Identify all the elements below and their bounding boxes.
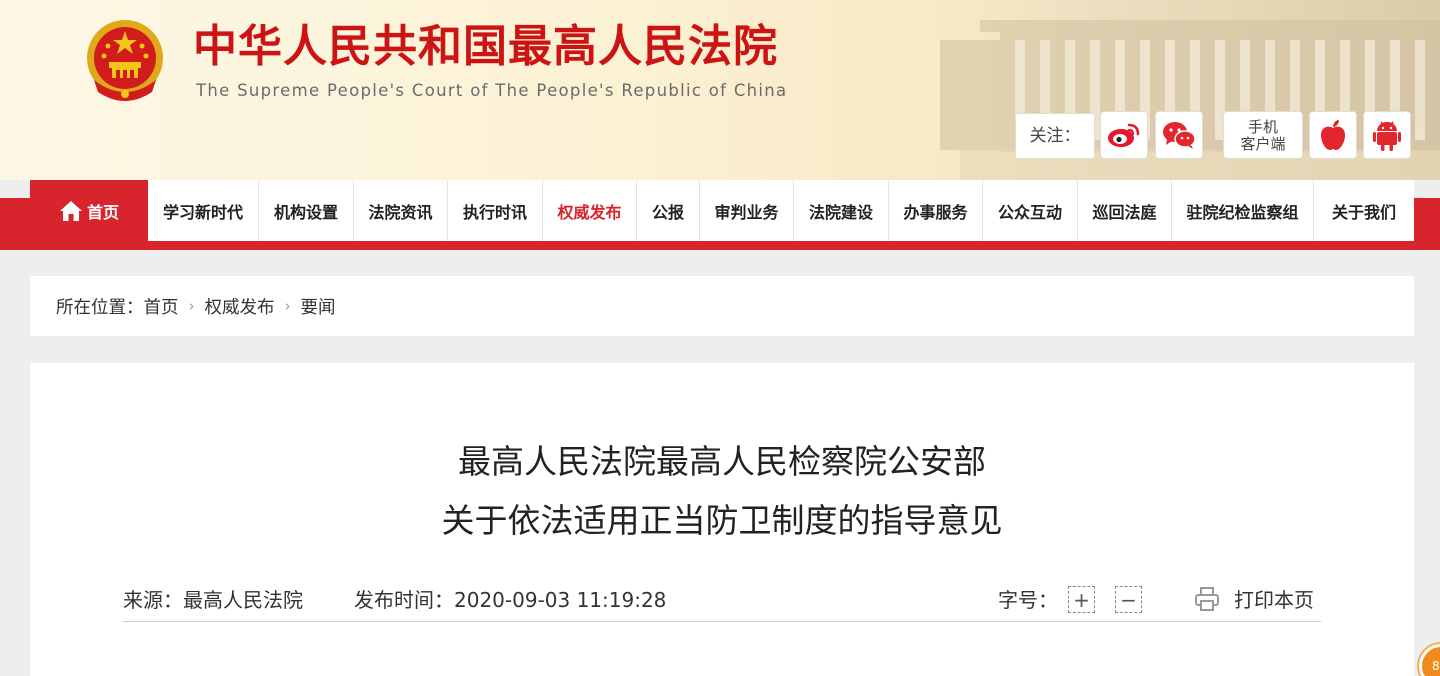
weibo-icon bbox=[1108, 123, 1140, 147]
breadcrumb: 所在位置： 首页 › 权威发布 › 要闻 bbox=[30, 276, 1414, 336]
nav-item-public-interaction[interactable]: 公众互动 bbox=[983, 180, 1078, 241]
article-title-line1: 最高人民法院最高人民检察院公安部 bbox=[458, 442, 986, 481]
article-title-line2: 关于依法适用正当防卫制度的指导意见 bbox=[441, 501, 1003, 540]
apple-icon bbox=[1321, 120, 1345, 150]
article-meta: 来源：最高人民法院 发布时间：2020-09-03 11:19:28 字号： +… bbox=[123, 582, 1321, 622]
android-app-button[interactable] bbox=[1363, 111, 1411, 159]
wechat-button[interactable] bbox=[1155, 111, 1203, 159]
ios-app-button[interactable] bbox=[1309, 111, 1357, 159]
nav-item-organization[interactable]: 机构设置 bbox=[259, 180, 354, 241]
floating-badge[interactable]: 84 bbox=[1419, 644, 1440, 676]
nav-item-execution-news[interactable]: 执行时讯 bbox=[448, 180, 543, 241]
national-emblem-icon bbox=[87, 20, 163, 101]
mobile-label-line2: 客户端 bbox=[1240, 135, 1286, 153]
breadcrumb-prefix: 所在位置： bbox=[56, 297, 144, 318]
breadcrumb-news[interactable]: 要闻 bbox=[301, 294, 336, 319]
mobile-label-line1: 手机 bbox=[1247, 118, 1278, 136]
nav-item-home[interactable]: 首页 bbox=[30, 180, 148, 241]
font-increase-button[interactable]: + bbox=[1068, 586, 1095, 613]
site-subtitle: The Supreme People's Court of The People… bbox=[196, 81, 788, 100]
font-decrease-button[interactable]: − bbox=[1115, 586, 1142, 613]
print-label: 打印本页 bbox=[1234, 588, 1314, 612]
nav-item-discipline-inspection[interactable]: 驻院纪检监察组 bbox=[1172, 180, 1314, 241]
nav-item-authoritative-release[interactable]: 权威发布 bbox=[543, 180, 637, 241]
follow-label: 关注： bbox=[1015, 113, 1095, 159]
nav-label: 首页 bbox=[86, 202, 119, 222]
breadcrumb-home[interactable]: 首页 bbox=[144, 294, 179, 319]
nav-item-learning[interactable]: 学习新时代 bbox=[148, 180, 259, 241]
nav-item-circuit-court[interactable]: 巡回法庭 bbox=[1078, 180, 1172, 241]
article-publish-time: 发布时间：2020-09-03 11:19:28 bbox=[354, 588, 667, 612]
font-size-label: 字号： bbox=[998, 588, 1058, 612]
nav-item-about-us[interactable]: 关于我们 bbox=[1314, 180, 1414, 241]
nav-item-court-news[interactable]: 法院资讯 bbox=[354, 180, 448, 241]
nav-item-trial-business[interactable]: 审判业务 bbox=[700, 180, 794, 241]
main-nav: 首页 学习新时代 机构设置 法院资讯 执行时讯 权威发布 公报 审判业务 法院建… bbox=[30, 180, 1414, 241]
article-panel: 最高人民法院最高人民检察院公安部 关于依法适用正当防卫制度的指导意见 来源：最高… bbox=[30, 363, 1414, 676]
printer-icon bbox=[1195, 586, 1219, 611]
article-source: 来源：最高人民法院 bbox=[123, 588, 303, 612]
breadcrumb-separator: › bbox=[188, 297, 195, 315]
nav-item-gazette[interactable]: 公报 bbox=[637, 180, 700, 241]
android-icon bbox=[1373, 121, 1401, 151]
nav-item-court-building[interactable]: 法院建设 bbox=[794, 180, 889, 241]
home-icon bbox=[59, 200, 82, 221]
mobile-client-button[interactable]: 手机 客户端 bbox=[1223, 111, 1303, 159]
site-title[interactable]: 中华人民共和国最高人民法院 bbox=[193, 20, 778, 74]
wechat-icon bbox=[1163, 122, 1196, 149]
weibo-button[interactable] bbox=[1100, 111, 1148, 159]
breadcrumb-separator: › bbox=[284, 297, 291, 315]
breadcrumb-authoritative-release[interactable]: 权威发布 bbox=[205, 294, 275, 319]
nav-item-services[interactable]: 办事服务 bbox=[889, 180, 983, 241]
print-page-button[interactable]: 打印本页 bbox=[1194, 584, 1314, 613]
site-header: 中华人民共和国最高人民法院 The Supreme People's Court… bbox=[0, 0, 1440, 180]
